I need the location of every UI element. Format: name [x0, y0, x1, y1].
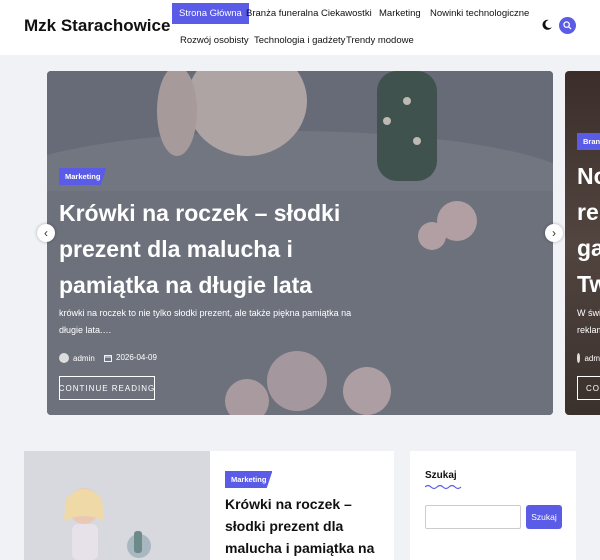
post-date: 2026-04-09 — [104, 353, 157, 362]
slide-excerpt-next: W świ reklam — [577, 305, 600, 339]
nav-item-marketing[interactable]: Marketing — [379, 3, 421, 24]
category-badge[interactable]: Marketing — [59, 168, 107, 185]
continue-reading-button-next[interactable]: CON — [577, 376, 600, 400]
calendar-icon — [104, 354, 112, 362]
slide-excerpt-next-line: W świ — [577, 308, 600, 318]
site-header: Mzk Starachowice Strona Główna Branża fu… — [0, 0, 600, 55]
post-thumbnail[interactable] — [24, 451, 210, 560]
nav-item-funeral[interactable]: Branża funeralna — [246, 3, 318, 24]
avatar — [577, 353, 581, 363]
chevron-left-icon[interactable]: ‹ — [37, 224, 55, 242]
squiggle-divider — [425, 484, 462, 490]
author-name: adm — [584, 353, 600, 363]
widget-title: Szukaj — [425, 470, 457, 481]
slide-title-next-line: gad — [577, 235, 600, 261]
category-badge[interactable]: Marketing — [225, 471, 273, 488]
slide-title[interactable]: Krówki na roczek – słodki prezent dla ma… — [59, 195, 359, 303]
author-name: admin — [73, 353, 95, 363]
post-title[interactable]: Krówki na roczek – słodki prezent dla ma… — [225, 493, 390, 560]
slide-title-next[interactable]: No rek gad Tw — [577, 158, 600, 302]
post-author-next[interactable]: adm — [577, 353, 600, 363]
nav-item-tech-news[interactable]: Nowinki technologiczne — [430, 3, 529, 24]
doll-image — [24, 451, 210, 560]
chevron-right-icon[interactable]: › — [545, 224, 563, 242]
nav-item-personal-growth[interactable]: Rozwój osobisty — [180, 30, 249, 51]
avatar — [59, 353, 69, 363]
slide-excerpt: krówki na roczek to nie tylko słodki pre… — [59, 308, 352, 335]
nav-item-fashion[interactable]: Trendy modowe — [346, 30, 414, 51]
date-text: 2026-04-09 — [116, 353, 157, 362]
slide-title-next-line: No — [577, 163, 600, 189]
site-title[interactable]: Mzk Starachowice — [24, 16, 170, 36]
search-widget: Szukaj Szukaj — [410, 451, 576, 560]
search-icon[interactable] — [559, 17, 576, 34]
post-card[interactable]: Marketing Krówki na roczek – słodki prez… — [24, 451, 394, 560]
post-author[interactable]: admin — [59, 353, 95, 363]
nav-item-tech-gadgets[interactable]: Technologia i gadżety — [254, 30, 345, 51]
nav-item-curiosities[interactable]: Ciekawostki — [321, 3, 372, 24]
slide-excerpt-next-line: reklam — [577, 325, 600, 335]
search-input[interactable] — [425, 505, 521, 529]
moon-icon[interactable] — [540, 18, 554, 32]
category-badge-next[interactable]: Branża — [577, 133, 600, 150]
slide-title-next-line: Tw — [577, 271, 600, 297]
nav-item-home[interactable]: Strona Główna — [172, 3, 249, 24]
continue-reading-button[interactable]: CONTINUE READING — [59, 376, 155, 400]
slide-title-next-line: rek — [577, 199, 600, 225]
search-submit-button[interactable]: Szukaj — [526, 505, 562, 529]
